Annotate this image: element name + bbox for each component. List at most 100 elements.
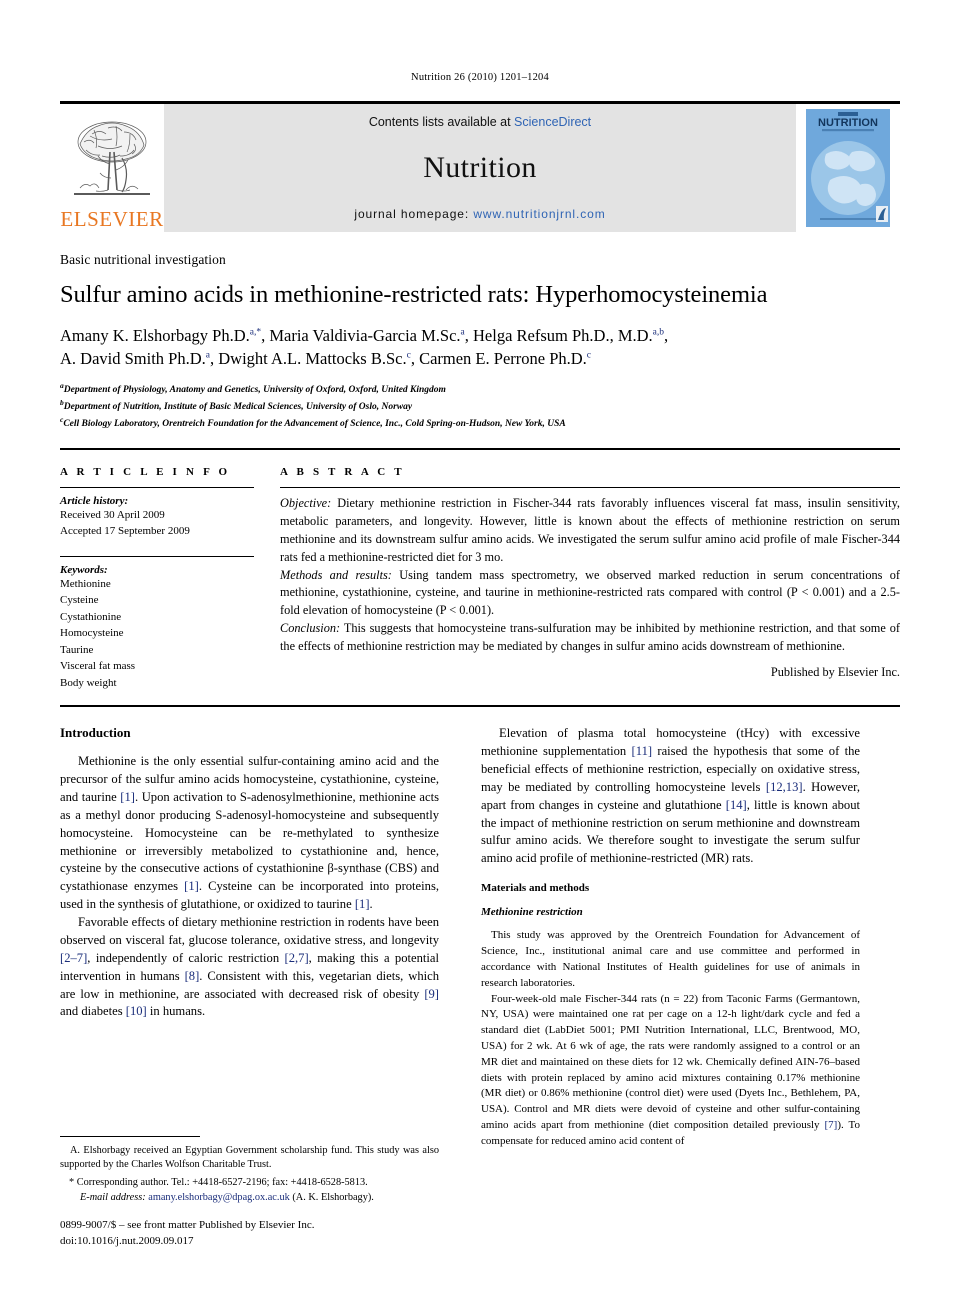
abstract-heading: A B S T R A C T	[280, 465, 405, 478]
keywords-list: Methionine Cysteine Cystathionine Homocy…	[60, 576, 254, 692]
journal-homepage-link[interactable]: www.nutritionjrnl.com	[473, 207, 605, 221]
author-line-2: A. David Smith Ph.D.a, Dwight A.L. Matto…	[60, 348, 900, 371]
svg-text:NUTRITION: NUTRITION	[818, 117, 878, 129]
author-affil-marker: c	[586, 350, 592, 361]
abstract-conclusion-text: This suggests that homocysteine trans-su…	[280, 621, 900, 654]
author-name: , Helga Refsum Ph.D., M.D.	[464, 326, 653, 346]
author-name: , Maria Valdivia-Garcia M.Sc.	[261, 326, 461, 346]
keyword-item: Cystathionine	[60, 610, 122, 623]
abstract-objective-text: Dietary methionine restriction in Fische…	[280, 495, 900, 564]
keyword-item: Cysteine	[60, 594, 99, 607]
paragraph-text: . Upon activation to S-adenosylmethionin…	[60, 789, 439, 894]
abstract-objective-label: Objective:	[280, 495, 332, 510]
citation-ref[interactable]: [9]	[424, 987, 439, 1001]
keyword-item: Body weight	[60, 676, 117, 689]
paragraph-text: Favorable effects of dietary methionine …	[60, 915, 439, 947]
methods-paragraph-2: Four-week-old male Fischer-344 rats (n =…	[481, 992, 860, 1150]
paragraph-text: and diabetes	[60, 1004, 126, 1019]
article-page: Nutrition 26 (2010) 1201–1204 ELSEVIER C…	[0, 0, 960, 1290]
citation-ref[interactable]: [10]	[126, 1004, 147, 1018]
keywords-rule	[60, 555, 254, 557]
citation-ref[interactable]: [8]	[185, 969, 200, 983]
elsevier-wordmark: ELSEVIER	[60, 207, 164, 231]
citation-ref[interactable]: [14]	[726, 798, 747, 812]
affiliation-list: aDepartment of Physiology, Anatomy and G…	[60, 381, 900, 432]
keyword-item: Visceral fat mass	[60, 660, 136, 673]
email-link[interactable]: amany.elshorbagy@dpag.ox.ac.uk	[148, 1192, 290, 1203]
paragraph-text: .	[369, 897, 373, 912]
article-section-kind: Basic nutritional investigation	[60, 252, 226, 267]
affiliation-item: cCell Biology Laboratory, Orentreich Fou…	[60, 415, 900, 432]
author-list: Amany K. Elshorbagy Ph.D.a,*, Maria Vald…	[60, 325, 900, 371]
paragraph-text: , independently of caloric restriction	[87, 950, 285, 965]
info-abstract-row: A R T I C L E I N F O Article history: R…	[60, 466, 900, 692]
affiliation-item: bDepartment of Nutrition, Institute of B…	[60, 398, 900, 415]
body-column-right: Elevation of plasma total homocysteine (…	[481, 725, 860, 1150]
body-columns: Introduction Methionine is the only esse…	[60, 725, 900, 1150]
doi-line: doi:10.1016/j.nut.2009.09.017	[60, 1235, 194, 1248]
elsevier-tree-icon	[74, 121, 150, 195]
body-top-rule	[60, 705, 900, 708]
methionine-restriction-heading: Methionine restriction	[481, 906, 583, 919]
methods-paragraph-1: This study was approved by the Orentreic…	[481, 929, 860, 989]
article-received-date: Received 30 April 2009	[60, 508, 165, 521]
citation-ref[interactable]: [1]	[355, 897, 370, 911]
paragraph-text: in humans.	[146, 1004, 206, 1019]
footnote-block: A. Elshorbagy received an Egyptian Gover…	[60, 1135, 439, 1250]
author-line-1: Amany K. Elshorbagy Ph.D.a,*, Maria Vald…	[60, 325, 900, 348]
journal-title: Nutrition	[423, 151, 537, 184]
affiliation-text: Department of Physiology, Anatomy and Ge…	[63, 385, 446, 396]
email-suffix: (A. K. Elshorbagy).	[289, 1191, 374, 1203]
citation-ref[interactable]: [2–7]	[60, 951, 87, 965]
article-info-column: A R T I C L E I N F O Article history: R…	[60, 466, 280, 692]
article-history-label: Article history:	[60, 494, 129, 507]
citation-ref[interactable]: [7]	[825, 1119, 838, 1131]
citation-ref[interactable]: [2,7]	[285, 951, 309, 965]
email-note: E-mail address: amany.elshorbagy@dpag.ox…	[60, 1191, 439, 1206]
sciencedirect-link[interactable]: ScienceDirect	[514, 115, 591, 129]
affiliation-item: aDepartment of Physiology, Anatomy and G…	[60, 381, 900, 398]
author-affil-marker: a,b	[652, 327, 665, 338]
intro-paragraph-1: Methionine is the only essential sulfur-…	[60, 753, 439, 914]
journal-masthead: ELSEVIER Contents lists available at Sci…	[60, 104, 900, 232]
abstract-objective: Objective: Dietary methionine restrictio…	[280, 495, 900, 567]
introduction-heading: Introduction	[60, 725, 131, 741]
citation-ref[interactable]: [12,13]	[766, 780, 803, 794]
author-name: Amany K. Elshorbagy Ph.D.	[60, 326, 250, 346]
keyword-item: Methionine	[60, 577, 111, 590]
issn-line: 0899-9007/$ – see front matter Published…	[60, 1219, 315, 1232]
body-column-left: Introduction Methionine is the only esse…	[60, 725, 439, 1150]
page-title: Sulfur amino acids in methionine-restric…	[60, 281, 768, 308]
right-paragraph-1: Elevation of plasma total homocysteine (…	[481, 725, 860, 868]
author-affil-marker: a,*	[249, 327, 262, 338]
article-accepted-date: Accepted 17 September 2009	[60, 525, 190, 538]
citation-ref[interactable]: [1]	[184, 879, 199, 893]
abstract-rule	[280, 486, 900, 488]
keyword-item: Homocysteine	[60, 627, 124, 640]
footnote-rule	[60, 1135, 200, 1137]
affiliation-text: Department of Nutrition, Institute of Ba…	[63, 402, 413, 413]
journal-homepage-line: journal homepage: www.nutritionjrnl.com	[354, 207, 605, 221]
author-name: A. David Smith Ph.D.	[60, 349, 206, 369]
elsevier-logo: ELSEVIER	[60, 104, 164, 232]
article-info-heading: A R T I C L E I N F O	[60, 465, 231, 478]
abstract-top-rule	[60, 447, 900, 450]
paragraph-text: Four-week-old male Fischer-344 rats (n =…	[481, 992, 860, 1132]
citation-ref[interactable]: [1]	[120, 790, 135, 804]
author-name: , Carmen E. Perrone Ph.D.	[410, 349, 587, 369]
abstract-publisher-line: Published by Elsevier Inc.	[770, 665, 900, 680]
author-name: , Dwight A.L. Mattocks B.Sc.	[209, 349, 407, 369]
journal-cover-thumbnail: NUTRITION	[796, 104, 900, 232]
abstract-conclusion: Conclusion: This suggests that homocyste…	[280, 620, 900, 656]
abstract-methods-label: Methods and results:	[280, 567, 392, 582]
keywords-label: Keywords:	[60, 563, 108, 576]
corresponding-author-note: * Corresponding author. Tel.: +4418-6527…	[69, 1176, 368, 1188]
issn-block: 0899-9007/$ – see front matter Published…	[60, 1218, 439, 1250]
affiliation-text: Cell Biology Laboratory, Orentreich Foun…	[63, 418, 566, 429]
contents-prefix: Contents lists available at	[368, 115, 515, 129]
author-separator: ,	[664, 326, 669, 346]
citation-ref[interactable]: [11]	[632, 744, 653, 758]
abstract-conclusion-label: Conclusion:	[280, 621, 341, 636]
email-label: E-mail address:	[80, 1191, 146, 1203]
journal-cover-image: NUTRITION	[800, 106, 896, 230]
